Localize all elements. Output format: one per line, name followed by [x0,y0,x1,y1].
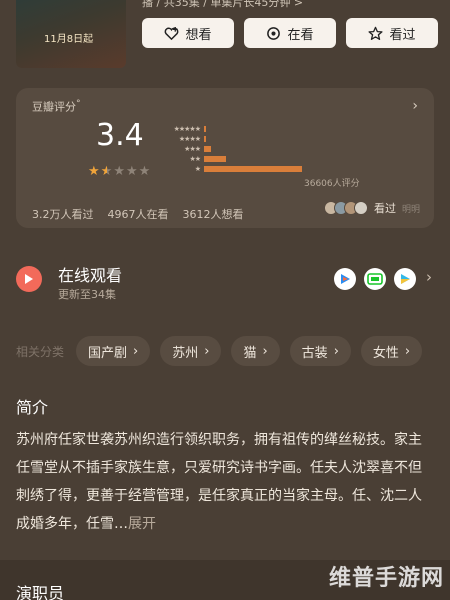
watching-button[interactable]: 在看 [244,18,336,48]
related-tags: 相关分类 国产剧 › 苏州 › 猫 › 古装 › 女性 › [16,336,450,366]
target-icon [267,26,281,40]
rating-distribution-row: ★★★★★ [166,124,302,133]
star-half-icon: ★ [100,164,114,179]
rating-count: 36606人评分 [304,179,360,189]
chevron-right-icon[interactable]: › [412,98,418,114]
rating-distribution-bar [204,165,302,172]
rating-distribution: ★★★★★ ★★★★ ★★★ ★★ ★ [166,124,302,174]
rating-score: 3.4 [96,118,144,153]
iqiyi-icon[interactable] [364,268,386,290]
star-empty-icon: ★ [125,164,139,179]
watched-count: 3.2万人看过 [32,208,94,221]
chevron-right-icon: › [333,343,339,359]
rating-distribution-row: ★★★★ [166,134,302,143]
rating-distribution-row: ★★★ [166,144,302,153]
rating-stats: 3.2万人看过 4967人在看 3612人想看 [32,206,244,222]
star-empty-icon: ★ [138,164,152,179]
watermark: 维普手游网 [328,566,444,591]
star-empty-icon: ★ [113,164,126,179]
platform-icons [334,268,416,290]
intro-title: 简介 [16,398,49,417]
rating-distribution-stars: ★ [194,164,201,173]
rating-distribution-bar [204,125,206,132]
rating-distribution-bar [204,135,206,142]
tag-item[interactable]: 古装 › [289,336,351,366]
rating-distribution-stars: ★★★★ [178,134,201,143]
chevron-right-icon: › [262,343,268,359]
want-to-watch-label: 想看 [185,27,212,43]
watching-label: 在看 [287,27,314,43]
friends-watched-more: 明明 [402,204,421,215]
want-count: 3612人想看 [182,208,244,221]
rating-stars: ★★★★★ [88,164,151,179]
intro-body: 苏州府任家世袭苏州织造行领织职务，拥有祖传的缂丝秘技。家主任雪堂从不插手家族生意… [16,432,422,532]
expand-link[interactable]: 展开 [128,516,156,532]
watching-count: 4967人在看 [107,208,169,221]
star-filled-icon: ★ [88,164,101,179]
series-meta[interactable]: 播 / 共35集 / 单集片长45分钟 > [142,0,303,10]
youku-icon[interactable] [394,268,416,290]
intro-text: 苏州府任家世袭苏州织造行领织职务，拥有祖传的缂丝秘技。家主任雪堂从不插手家族生意… [16,426,426,538]
heart-plus-icon [165,26,179,40]
rating-distribution-stars: ★★★ [184,144,201,153]
watched-button[interactable]: 看过 [346,18,438,48]
related-tags-label: 相关分类 [16,344,65,359]
rating-card[interactable]: 豆瓣评分° › 3.4 ★★★★★ ★★★★★ ★★★★ ★★★ ★★ ★ 36606人… [16,88,434,228]
tag-item[interactable]: 猫 › [231,336,280,366]
play-icon[interactable] [16,266,42,292]
want-to-watch-button[interactable]: 想看 [142,18,234,48]
tencent-video-icon[interactable] [334,268,356,290]
chevron-right-icon: › [133,343,139,359]
rating-distribution-stars: ★★ [189,154,201,163]
poster-date: 11月8日起 [44,34,94,45]
online-watch-title: 在线观看 [58,266,123,285]
online-watch-subtitle: 更新至34集 [58,288,116,301]
cast-title: 演职员 [16,584,65,600]
friend-avatars [324,201,368,215]
chevron-right-icon: › [404,343,411,359]
online-watch-row[interactable]: 在线观看 更新至34集 › [16,262,434,306]
friends-watched[interactable]: 看过 明明 [324,200,420,216]
poster-image[interactable]: 11月8日起 [16,0,126,68]
rating-distribution-row: ★ [166,164,302,173]
watched-label: 看过 [389,27,416,43]
rating-distribution-row: ★★ [166,154,302,163]
chevron-right-icon: › [204,343,210,359]
chevron-right-icon[interactable]: › [426,268,432,286]
tag-item[interactable]: 女性 › [360,336,423,366]
rating-distribution-stars: ★★★★★ [173,124,201,133]
tag-item[interactable]: 苏州 › [160,336,222,366]
rating-label: 豆瓣评分° [32,98,81,114]
friends-watched-label: 看过 [374,202,396,215]
avatar [354,201,368,215]
star-icon [368,26,384,40]
rating-distribution-bar [204,145,211,152]
rating-distribution-bar [204,155,226,162]
action-buttons: 想看 在看 看过 [142,18,438,48]
tag-item[interactable]: 国产剧 › [76,336,151,366]
